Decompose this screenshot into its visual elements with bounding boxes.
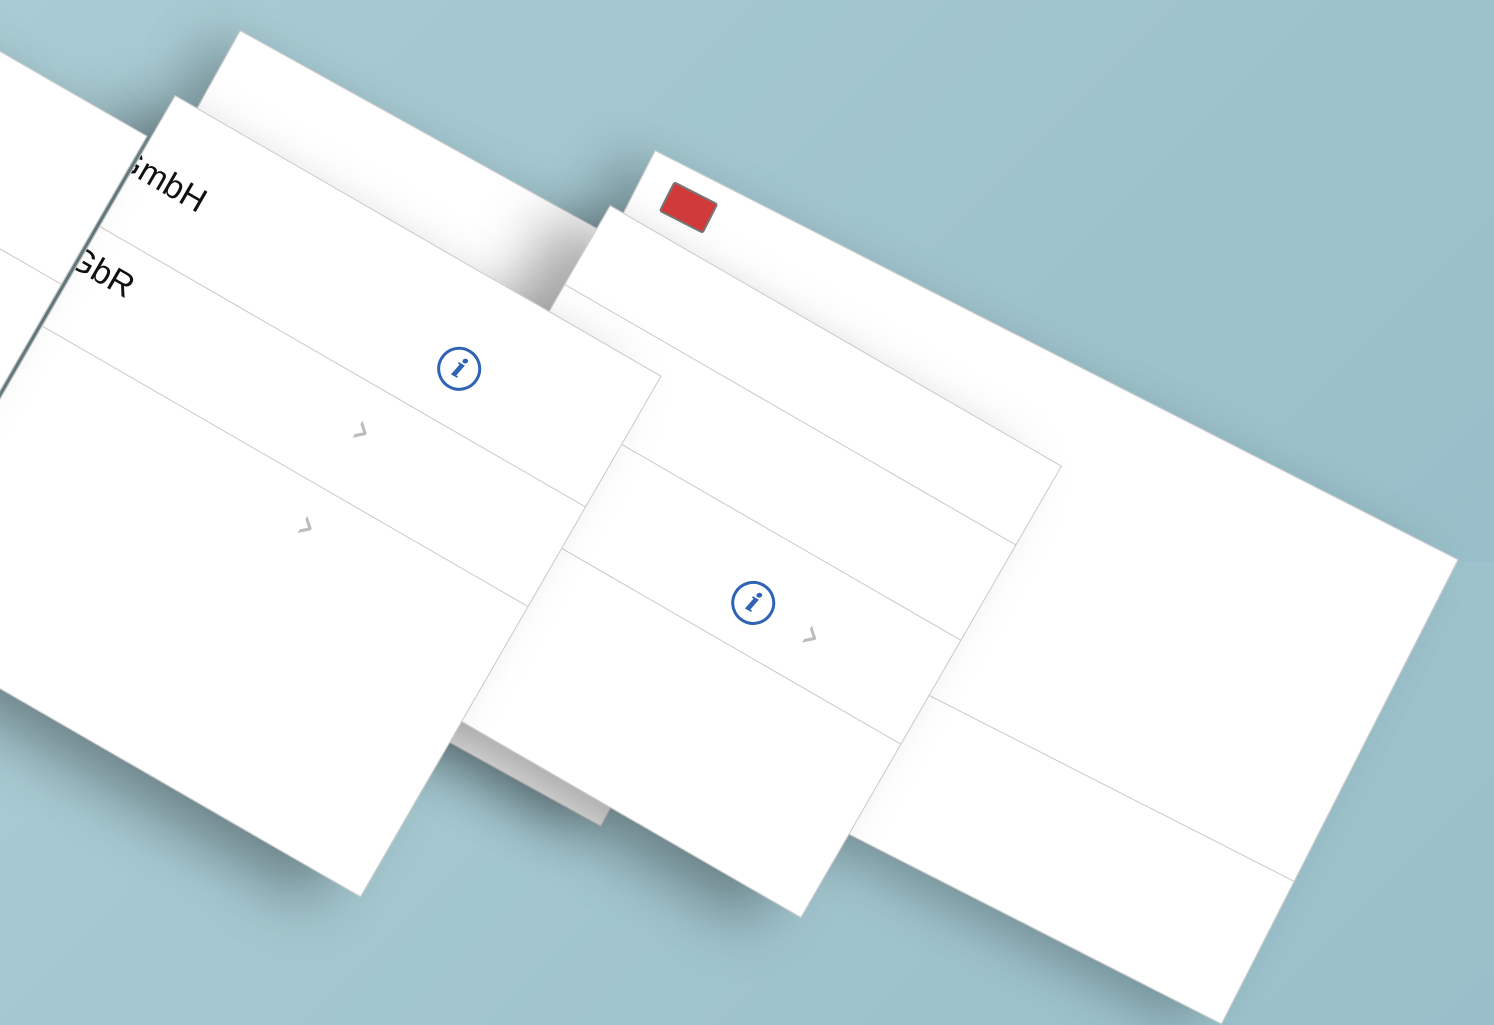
chevron-right-icon[interactable]: › bbox=[287, 499, 328, 552]
pdf-icon bbox=[658, 181, 719, 234]
info-icon[interactable]: i bbox=[429, 338, 490, 399]
info-icon[interactable]: i bbox=[723, 572, 784, 633]
chevron-right-icon[interactable]: › bbox=[791, 609, 832, 662]
chevron-right-icon[interactable]: › bbox=[342, 404, 383, 457]
